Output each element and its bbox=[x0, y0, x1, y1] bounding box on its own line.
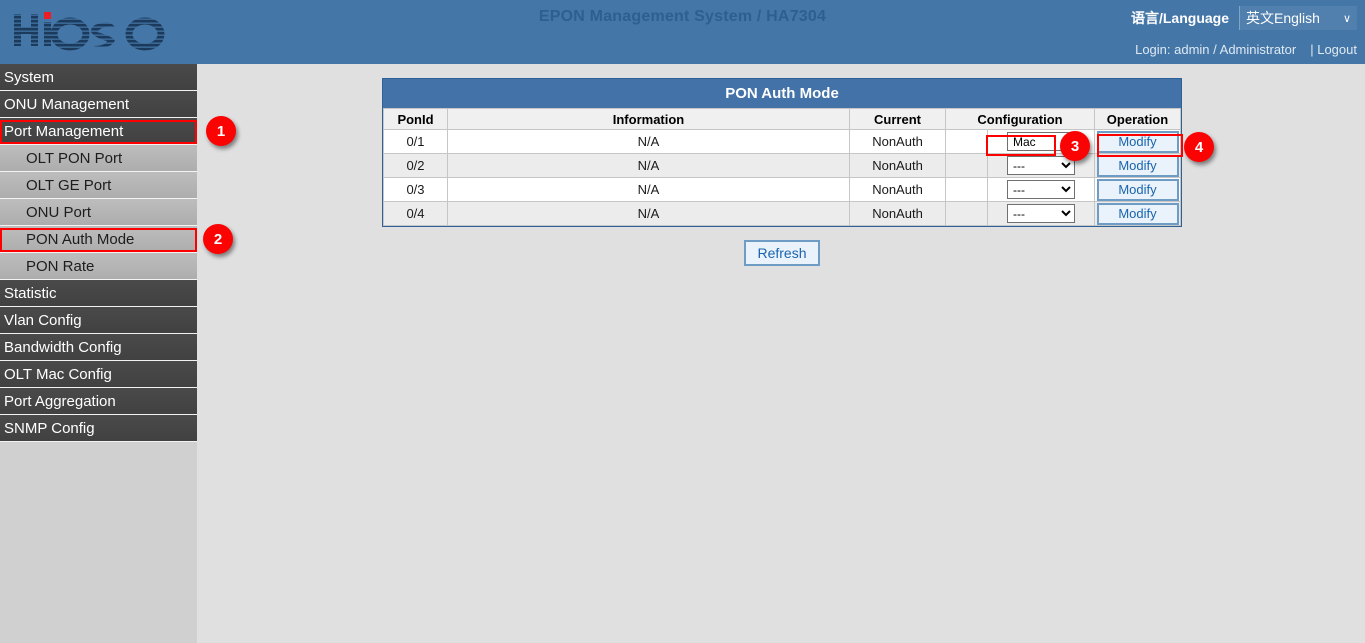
configuration-select[interactable]: --- bbox=[1007, 204, 1075, 223]
pon-auth-mode-table: PonId Information Current Configuration … bbox=[383, 108, 1181, 226]
cell-spacer bbox=[946, 130, 988, 154]
cell-spacer bbox=[946, 178, 988, 202]
cell-configuration: --- bbox=[988, 178, 1095, 202]
sidebar-item-olt-mac-config[interactable]: OLT Mac Config bbox=[0, 361, 197, 388]
configuration-select[interactable]: --- bbox=[1007, 156, 1075, 175]
annotation-badge-3: 3 bbox=[1060, 131, 1090, 161]
column-header-configuration: Configuration bbox=[946, 109, 1095, 130]
sidebar-label: Vlan Config bbox=[4, 312, 82, 329]
column-header-operation: Operation bbox=[1095, 109, 1181, 130]
panel-title: PON Auth Mode bbox=[383, 79, 1181, 108]
sidebar-item-olt-pon-port[interactable]: OLT PON Port bbox=[0, 145, 197, 172]
sidebar-item-bandwidth-config[interactable]: Bandwidth Config bbox=[0, 334, 197, 361]
cell-current: NonAuth bbox=[850, 154, 946, 178]
annotation-badge-2: 2 bbox=[203, 224, 233, 254]
sidebar: System ONU Management Port Management OL… bbox=[0, 64, 197, 643]
sidebar-item-vlan-config[interactable]: Vlan Config bbox=[0, 307, 197, 334]
session-info: Login: admin / Administrator | Logout bbox=[1135, 42, 1357, 57]
table-row: 0/2 N/A NonAuth --- Modify bbox=[384, 154, 1181, 178]
chevron-down-icon: ∨ bbox=[1343, 12, 1351, 25]
sidebar-label: OLT Mac Config bbox=[4, 366, 112, 383]
modify-button[interactable]: Modify bbox=[1097, 203, 1179, 225]
cell-current: NonAuth bbox=[850, 130, 946, 154]
annotation-badge-1: 1 bbox=[206, 116, 236, 146]
sidebar-label: System bbox=[4, 69, 54, 86]
cell-information: N/A bbox=[448, 154, 850, 178]
language-label: 语言/Language bbox=[1131, 8, 1229, 28]
language-select[interactable]: 英文English ∨ bbox=[1239, 6, 1357, 30]
cell-current: NonAuth bbox=[850, 202, 946, 226]
sidebar-item-onu-port[interactable]: ONU Port bbox=[0, 199, 197, 226]
cell-ponid: 0/1 bbox=[384, 130, 448, 154]
cell-configuration: --- bbox=[988, 202, 1095, 226]
refresh-row: Refresh bbox=[382, 240, 1182, 266]
table-row: 0/4 N/A NonAuth --- Modify bbox=[384, 202, 1181, 226]
hioso-logo bbox=[10, 4, 170, 56]
configuration-select[interactable]: --- bbox=[1007, 180, 1075, 199]
refresh-button[interactable]: Refresh bbox=[744, 240, 820, 266]
page-header: EPON Management System / HA7304 语言/Langu… bbox=[0, 0, 1365, 64]
table-header-row: PonId Information Current Configuration … bbox=[384, 109, 1181, 130]
cell-operation: Modify bbox=[1095, 154, 1181, 178]
login-user-text: Login: admin / Administrator bbox=[1135, 42, 1296, 57]
sidebar-item-olt-ge-port[interactable]: OLT GE Port bbox=[0, 172, 197, 199]
modify-button[interactable]: Modify bbox=[1097, 179, 1179, 201]
sidebar-label: PON Rate bbox=[26, 258, 94, 275]
language-select-value: 英文English bbox=[1246, 8, 1320, 28]
sidebar-item-port-aggregation[interactable]: Port Aggregation bbox=[0, 388, 197, 415]
sidebar-label: SNMP Config bbox=[4, 420, 95, 437]
modify-button[interactable]: Modify bbox=[1097, 155, 1179, 177]
logo-i-dot bbox=[44, 12, 51, 19]
sidebar-item-onu-management[interactable]: ONU Management bbox=[0, 91, 197, 118]
sidebar-label: PON Auth Mode bbox=[26, 231, 134, 248]
cell-spacer bbox=[946, 202, 988, 226]
cell-spacer bbox=[946, 154, 988, 178]
sidebar-item-snmp-config[interactable]: SNMP Config bbox=[0, 415, 197, 442]
cell-operation: Modify bbox=[1095, 178, 1181, 202]
cell-ponid: 0/2 bbox=[384, 154, 448, 178]
sidebar-item-system[interactable]: System bbox=[0, 64, 197, 91]
sidebar-label: OLT PON Port bbox=[26, 150, 122, 167]
cell-ponid: 0/4 bbox=[384, 202, 448, 226]
sidebar-label: ONU Port bbox=[26, 204, 91, 221]
sidebar-label: Port Management bbox=[4, 123, 123, 140]
cell-operation: Modify bbox=[1095, 202, 1181, 226]
column-header-ponid: PonId bbox=[384, 109, 448, 130]
table-row: 0/3 N/A NonAuth --- Modify bbox=[384, 178, 1181, 202]
sidebar-item-statistic[interactable]: Statistic bbox=[0, 280, 197, 307]
cell-current: NonAuth bbox=[850, 178, 946, 202]
modify-button[interactable]: Modify bbox=[1097, 131, 1179, 153]
column-header-current: Current bbox=[850, 109, 946, 130]
column-header-information: Information bbox=[448, 109, 850, 130]
cell-information: N/A bbox=[448, 178, 850, 202]
sidebar-label: Statistic bbox=[4, 285, 57, 302]
sidebar-label: Bandwidth Config bbox=[4, 339, 122, 356]
cell-information: N/A bbox=[448, 130, 850, 154]
sidebar-item-pon-rate[interactable]: PON Rate bbox=[0, 253, 197, 280]
sidebar-label: ONU Management bbox=[4, 96, 129, 113]
cell-information: N/A bbox=[448, 202, 850, 226]
cell-ponid: 0/3 bbox=[384, 178, 448, 202]
language-switcher: 语言/Language 英文English ∨ bbox=[1131, 6, 1357, 30]
sidebar-label: OLT GE Port bbox=[26, 177, 111, 194]
sidebar-item-port-management[interactable]: Port Management bbox=[0, 118, 197, 145]
cell-operation: Modify bbox=[1095, 130, 1181, 154]
sidebar-label: Port Aggregation bbox=[4, 393, 116, 410]
sidebar-item-pon-auth-mode[interactable]: PON Auth Mode bbox=[0, 226, 197, 253]
logout-link[interactable]: | Logout bbox=[1310, 42, 1357, 57]
annotation-badge-4: 4 bbox=[1184, 132, 1214, 162]
